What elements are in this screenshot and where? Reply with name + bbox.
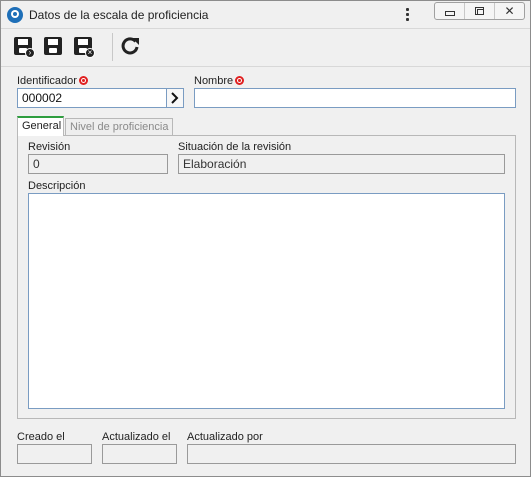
identificador-label: Identificador <box>17 75 88 87</box>
creado-label: Creado el <box>17 431 65 443</box>
maximize-icon <box>475 7 484 15</box>
actualizado-por-field[interactable] <box>187 444 516 464</box>
close-badge-icon: × <box>85 48 95 58</box>
actualizado-label: Actualizado el <box>102 431 171 443</box>
dialog-window: Datos de la escala de proficiencia ✕ › × <box>0 0 531 477</box>
actualizado-field[interactable] <box>102 444 177 464</box>
required-marker-icon <box>78 76 88 85</box>
situacion-field[interactable]: Elaboración <box>178 154 505 174</box>
toolbar-divider <box>112 33 113 61</box>
nombre-field[interactable] <box>194 88 516 108</box>
minimize-button[interactable] <box>435 3 465 19</box>
more-options-icon[interactable] <box>401 6 413 24</box>
descripcion-textarea[interactable] <box>28 193 505 409</box>
tab-nivel-de-proficiencia[interactable]: Nivel de proficiencia <box>65 118 173 135</box>
actualizado-por-label: Actualizado por <box>187 431 263 443</box>
save-and-new-button[interactable]: › <box>12 35 36 59</box>
refresh-button[interactable] <box>119 35 143 59</box>
toolbar: › × <box>1 29 530 67</box>
arrow-badge-icon: › <box>25 48 35 58</box>
close-icon: ✕ <box>504 4 515 18</box>
title-bar: Datos de la escala de proficiencia ✕ <box>1 1 530 29</box>
window-controls: ✕ <box>434 2 525 20</box>
nombre-label: Nombre <box>194 75 245 87</box>
tab-general[interactable]: General <box>17 116 64 136</box>
creado-field[interactable] <box>17 444 92 464</box>
identificador-lookup-button[interactable] <box>166 88 184 108</box>
required-marker-icon <box>235 76 245 85</box>
maximize-button[interactable] <box>465 3 495 19</box>
revision-label: Revisión <box>28 141 71 153</box>
close-button[interactable]: ✕ <box>495 3 524 19</box>
situacion-label: Situación de la revisión <box>178 141 292 153</box>
refresh-icon <box>121 37 139 55</box>
revision-field[interactable]: 0 <box>28 154 168 174</box>
chevron-right-icon <box>171 92 179 104</box>
save-button[interactable] <box>42 35 66 59</box>
save-icon <box>44 37 62 55</box>
descripcion-label: Descripción <box>28 180 86 192</box>
identificador-field[interactable]: 000002 <box>17 88 167 108</box>
window-title: Datos de la escala de proficiencia <box>29 8 209 22</box>
save-and-close-button[interactable]: × <box>72 35 96 59</box>
app-logo-icon <box>7 7 23 23</box>
minimize-icon <box>444 10 455 16</box>
